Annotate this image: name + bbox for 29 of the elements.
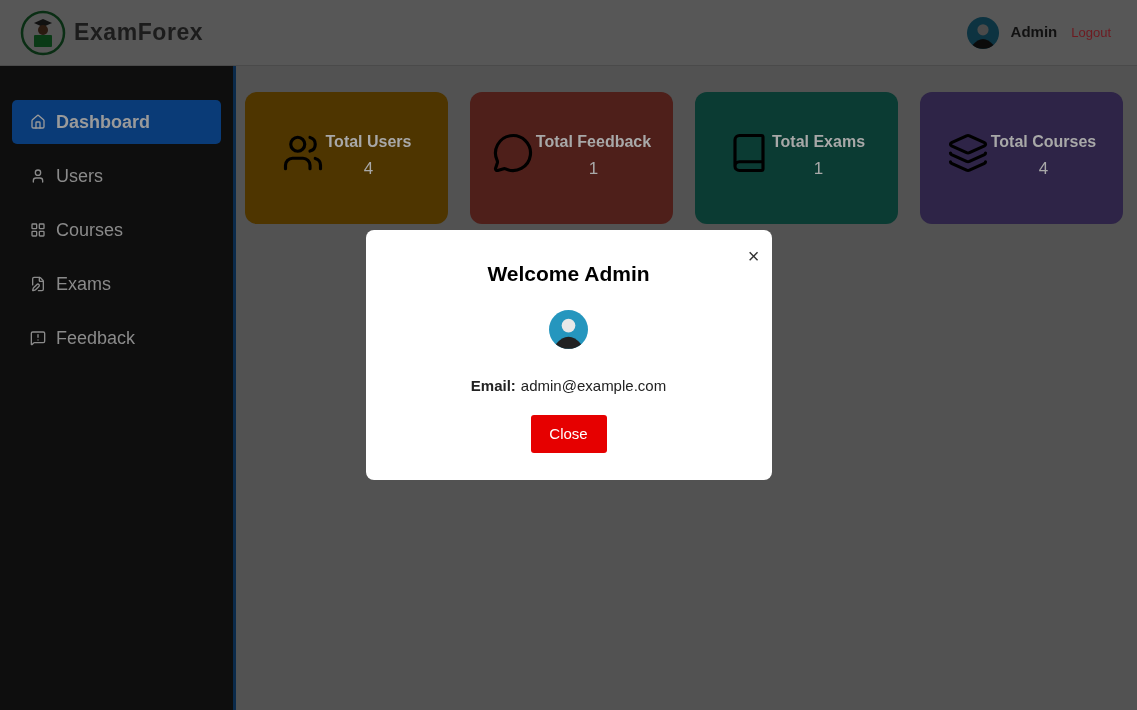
avatar-icon bbox=[966, 16, 999, 49]
brand-name: ExamForex bbox=[74, 18, 204, 48]
stat-value: 4 bbox=[363, 158, 374, 180]
sidebar-item[interactable]: Exams bbox=[12, 262, 221, 306]
stat-title: Total Exams bbox=[771, 132, 866, 152]
sidebar-item[interactable]: Feedback bbox=[12, 316, 221, 360]
stat-title: Total Courses bbox=[990, 132, 1097, 152]
logo-icon bbox=[20, 9, 66, 56]
stat-value: 1 bbox=[588, 158, 599, 180]
sidebar-item[interactable]: Courses bbox=[12, 208, 221, 252]
grid-icon bbox=[30, 222, 46, 238]
email-value: admin@example.com bbox=[520, 375, 667, 396]
stat-value: 4 bbox=[1038, 158, 1049, 180]
avatar-icon bbox=[549, 309, 588, 349]
dialog-title: Welcome Admin bbox=[487, 261, 650, 287]
home-icon bbox=[30, 114, 46, 130]
stat-title: Total Feedback bbox=[535, 132, 652, 152]
user-name: Admin bbox=[1010, 22, 1058, 43]
chat-bubble-icon bbox=[491, 132, 534, 174]
stat-title: Total Users bbox=[325, 132, 412, 152]
message-icon bbox=[30, 330, 46, 346]
email-label: Email: bbox=[470, 375, 516, 396]
user-icon bbox=[30, 168, 46, 184]
stat-value: 1 bbox=[813, 158, 824, 180]
document-icon bbox=[30, 276, 46, 292]
layers-icon bbox=[946, 132, 989, 174]
sidebar-item[interactable]: Dashboard bbox=[12, 100, 221, 144]
sidebar-item[interactable]: Users bbox=[12, 154, 221, 198]
close-button[interactable]: Close bbox=[530, 415, 607, 453]
